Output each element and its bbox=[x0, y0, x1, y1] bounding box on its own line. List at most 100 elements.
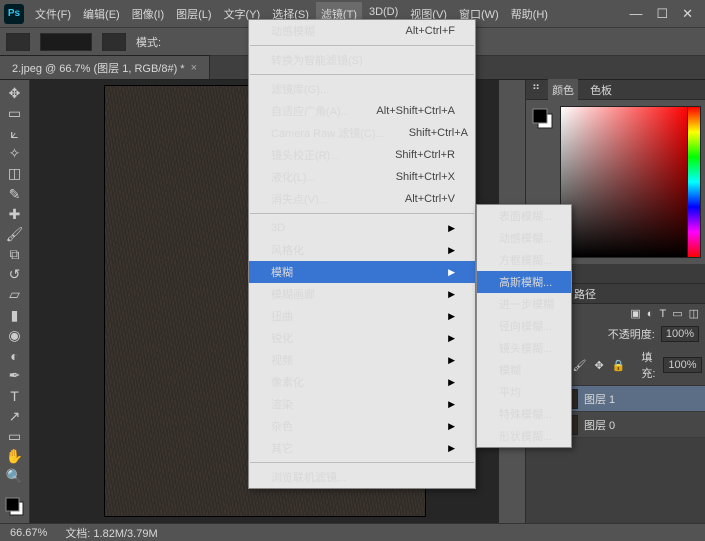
filter-smart-icon[interactable]: ◫ bbox=[689, 307, 699, 320]
blur-option[interactable]: 表面模糊... bbox=[477, 205, 571, 227]
path-tool-icon[interactable]: ↗ bbox=[4, 407, 26, 425]
crop-tool-icon[interactable]: ◫ bbox=[4, 165, 26, 183]
submenu-arrow-icon: ▶ bbox=[448, 311, 455, 322]
color-tab[interactable]: 颜色 bbox=[548, 79, 578, 101]
eyedropper-tool-icon[interactable]: ✎ bbox=[4, 185, 26, 203]
blur-option[interactable]: 进一步模糊 bbox=[477, 293, 571, 315]
dodge-tool-icon[interactable]: ◐ bbox=[4, 346, 26, 364]
zoom-tool-icon[interactable]: 🔍 bbox=[4, 468, 26, 486]
filter-item-label: 锐化 bbox=[271, 330, 430, 346]
type-tool-icon[interactable]: T bbox=[4, 387, 26, 405]
shape-tool-icon[interactable]: ▭ bbox=[4, 427, 26, 445]
heal-tool-icon[interactable]: ✚ bbox=[4, 205, 26, 223]
pen-tool-icon[interactable]: ✒ bbox=[4, 367, 26, 385]
tab-close-icon[interactable]: × bbox=[191, 62, 197, 74]
brush-preview[interactable] bbox=[40, 33, 92, 51]
eraser-tool-icon[interactable]: ▱ bbox=[4, 286, 26, 304]
filter-item[interactable]: 消失点(V)...Alt+Ctrl+V bbox=[249, 188, 475, 210]
color-field[interactable] bbox=[560, 106, 690, 258]
filter-item-label: 扭曲 bbox=[271, 308, 430, 324]
maximize-icon[interactable]: ☐ bbox=[656, 6, 668, 22]
gradient-tool-icon[interactable]: ▮ bbox=[4, 306, 26, 324]
opacity-value[interactable]: 100% bbox=[661, 326, 699, 342]
filter-convert-smart[interactable]: 转换为智能滤镜(S) bbox=[249, 49, 475, 71]
filter-browse-online[interactable]: 浏览联机滤镜... bbox=[249, 466, 475, 488]
filter-pixel-icon[interactable]: ▣ bbox=[630, 307, 640, 320]
document-tab[interactable]: 2.jpeg @ 66.7% (图层 1, RGB/8#) * × bbox=[0, 55, 210, 79]
stamp-tool-icon[interactable]: ⧉ bbox=[4, 246, 26, 264]
filter-item[interactable]: 自适应广角(A)...Alt+Shift+Ctrl+A bbox=[249, 100, 475, 122]
filter-submenu-item[interactable]: 模糊画廊▶ bbox=[249, 283, 475, 305]
filter-shape-icon[interactable]: ▭ bbox=[672, 307, 682, 320]
blur-option[interactable]: 镜头模糊... bbox=[477, 337, 571, 359]
tool-preset-icon[interactable] bbox=[6, 33, 30, 51]
marquee-tool-icon[interactable]: ▭ bbox=[4, 104, 26, 122]
fill-label: 填充: bbox=[641, 349, 655, 381]
filter-item-label: 像素化 bbox=[271, 374, 430, 390]
blur-option[interactable]: 动感模糊... bbox=[477, 227, 571, 249]
blur-option-label: 特殊模糊... bbox=[499, 406, 552, 422]
filter-item[interactable]: Camera Raw 滤镜(C)...Shift+Ctrl+A bbox=[249, 122, 475, 144]
shortcut-label: Shift+Ctrl+R bbox=[395, 149, 455, 161]
filter-item[interactable]: 液化(L)...Shift+Ctrl+X bbox=[249, 166, 475, 188]
blur-option[interactable]: 平均 bbox=[477, 381, 571, 403]
menu-help[interactable]: 帮助(H) bbox=[506, 2, 553, 26]
zoom-readout[interactable]: 66.67% bbox=[10, 527, 47, 539]
arrange-icon[interactable]: ⠛ bbox=[532, 83, 540, 96]
filter-type-icon[interactable]: T bbox=[659, 308, 666, 320]
blur-option-label: 平均 bbox=[499, 384, 551, 400]
lock-position-icon[interactable]: ✥ bbox=[594, 359, 603, 372]
layer-name[interactable]: 图层 0 bbox=[584, 417, 615, 433]
paths-tab[interactable]: 路径 bbox=[570, 283, 600, 305]
filter-submenu-item[interactable]: 模糊▶ bbox=[249, 261, 475, 283]
filter-submenu-item[interactable]: 扭曲 ▶ bbox=[249, 305, 475, 327]
brush-tool-icon[interactable]: 🖌 bbox=[4, 225, 26, 243]
menu-layer[interactable]: 图层(L) bbox=[171, 2, 216, 26]
filter-submenu-item[interactable]: 锐化▶ bbox=[249, 327, 475, 349]
blur-option[interactable]: 方框模糊... bbox=[477, 249, 571, 271]
shortcut-label: Alt+Ctrl+V bbox=[405, 193, 455, 205]
swatches-tab[interactable]: 色板 bbox=[586, 79, 616, 101]
filter-submenu-item[interactable]: 杂色▶ bbox=[249, 415, 475, 437]
filter-submenu-item[interactable]: 3D▶ bbox=[249, 217, 475, 239]
wand-tool-icon[interactable]: ✧ bbox=[4, 145, 26, 163]
opacity-label: 不透明度: bbox=[608, 326, 655, 342]
blur-option[interactable]: 径向模糊... bbox=[477, 315, 571, 337]
minimize-icon[interactable]: — bbox=[629, 6, 642, 22]
menu-file[interactable]: 文件(F) bbox=[30, 2, 76, 26]
filter-submenu-item[interactable]: 风格化▶ bbox=[249, 239, 475, 261]
blur-option[interactable]: 形状模糊... bbox=[477, 425, 571, 447]
submenu-arrow-icon: ▶ bbox=[448, 421, 455, 432]
doc-info[interactable]: 文档: 1.82M/3.79M bbox=[65, 525, 157, 541]
filter-submenu-item[interactable]: 渲染▶ bbox=[249, 393, 475, 415]
blur-tool-icon[interactable]: ◉ bbox=[4, 326, 26, 344]
blur-option[interactable]: 高斯模糊... bbox=[477, 271, 571, 293]
hand-tool-icon[interactable]: ✋ bbox=[4, 447, 26, 465]
blur-option[interactable]: 特殊模糊... bbox=[477, 403, 571, 425]
history-brush-tool-icon[interactable]: ↺ bbox=[4, 266, 26, 284]
filter-submenu-item[interactable]: 像素化▶ bbox=[249, 371, 475, 393]
filter-adjust-icon[interactable]: ◐ bbox=[647, 308, 654, 320]
fill-value[interactable]: 100% bbox=[663, 357, 701, 373]
move-tool-icon[interactable]: ✥ bbox=[4, 84, 26, 102]
swatch-thumb[interactable] bbox=[102, 33, 126, 51]
lasso-tool-icon[interactable]: ⟀ bbox=[4, 124, 26, 142]
layer-name[interactable]: 图层 1 bbox=[584, 391, 615, 407]
filter-submenu-item[interactable]: 视频▶ bbox=[249, 349, 475, 371]
foreground-background-swatch[interactable] bbox=[4, 495, 26, 519]
menu-edit[interactable]: 编辑(E) bbox=[78, 2, 125, 26]
filter-last[interactable]: 动感模糊Alt+Ctrl+F bbox=[249, 20, 475, 42]
lock-pixels-icon[interactable]: 🖌 bbox=[572, 359, 586, 372]
close-icon[interactable]: ✕ bbox=[682, 6, 693, 22]
menu-image[interactable]: 图像(I) bbox=[127, 2, 169, 26]
filter-item[interactable]: 滤镜库(G)... bbox=[249, 78, 475, 100]
filter-submenu-item[interactable]: 其它▶ bbox=[249, 437, 475, 459]
tools-panel: ✥ ▭ ⟀ ✧ ◫ ✎ ✚ 🖌 ⧉ ↺ ▱ ▮ ◉ ◐ ✒ T ↗ ▭ ✋ 🔍 bbox=[0, 80, 30, 523]
filter-item-label: 其它 bbox=[271, 440, 430, 456]
filter-item[interactable]: 镜头校正(R)...Shift+Ctrl+R bbox=[249, 144, 475, 166]
lock-all-icon[interactable]: 🔒 bbox=[612, 359, 626, 372]
shortcut-label: Alt+Shift+Ctrl+A bbox=[376, 105, 455, 117]
blur-option[interactable]: 模糊 bbox=[477, 359, 571, 381]
hue-slider[interactable] bbox=[687, 106, 701, 258]
fg-bg-mini-swatch[interactable] bbox=[530, 106, 556, 132]
